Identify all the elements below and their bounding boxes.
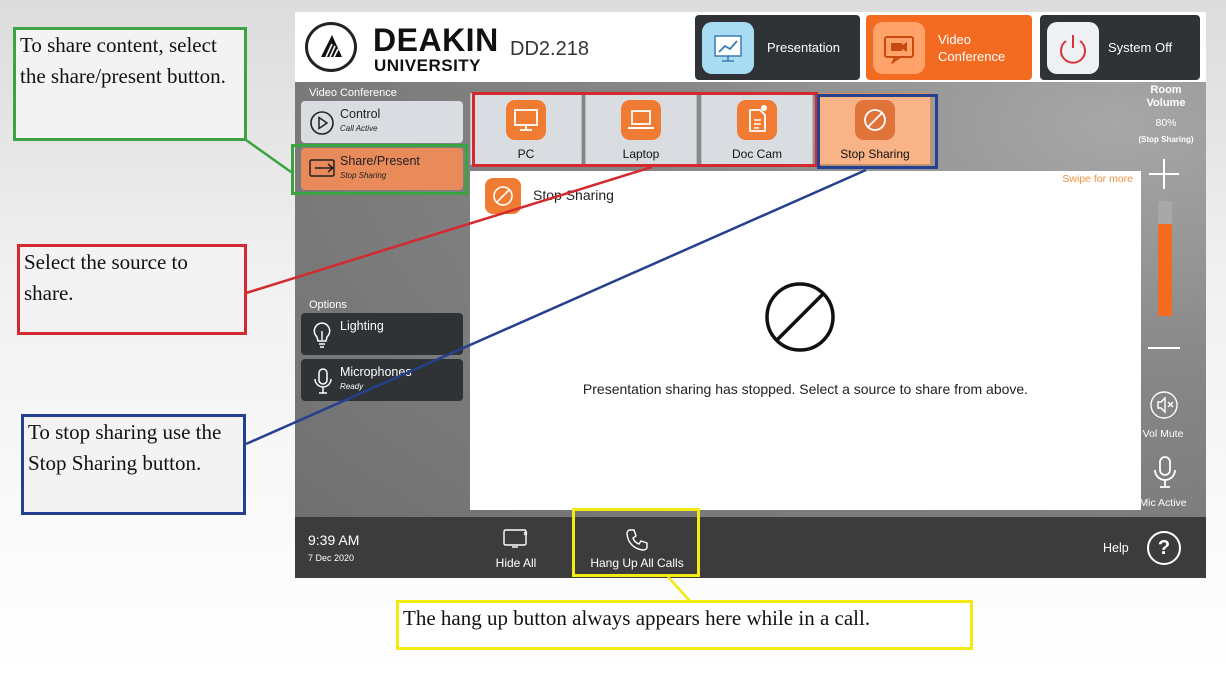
callout-stop-sharing: To stop sharing use the Stop Sharing but… — [21, 414, 246, 515]
callout-hang-up: The hang up button always appears here w… — [396, 600, 973, 650]
callout-select-source: Select the source to share. — [17, 244, 247, 335]
callout-share-present: To share content, select the share/prese… — [13, 27, 247, 141]
